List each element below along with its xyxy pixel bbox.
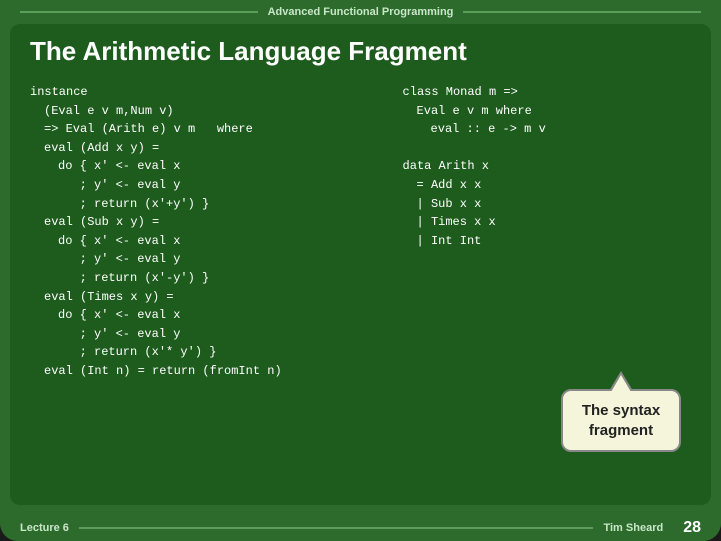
slide-title: The Arithmetic Language Fragment bbox=[30, 36, 691, 67]
rcode-line-7: | Sub x x bbox=[417, 195, 691, 214]
code-line-6: ; y' <- eval y bbox=[58, 176, 383, 195]
callout-text: The syntax fragment bbox=[582, 402, 660, 439]
code-line-1: instance bbox=[30, 83, 383, 102]
top-bar: Advanced Functional Programming bbox=[0, 0, 721, 24]
page-number: 28 bbox=[683, 519, 701, 537]
rcode-line-8: | Times x x bbox=[417, 213, 691, 232]
code-line-4: eval (Add x y) = bbox=[44, 139, 383, 158]
code-line-13: do { x' <- eval x bbox=[58, 306, 383, 325]
main-content: The Arithmetic Language Fragment instanc… bbox=[10, 24, 711, 505]
rcode-line-4 bbox=[403, 139, 691, 158]
code-line-11: ; return (x'-y') } bbox=[58, 269, 383, 288]
code-line-5: do { x' <- eval x bbox=[58, 157, 383, 176]
code-line-9: do { x' <- eval x bbox=[58, 232, 383, 251]
right-code-block: class Monad m => Eval e v m where eval :… bbox=[403, 83, 691, 250]
code-line-15: ; return (x'* y') } bbox=[58, 343, 383, 362]
right-column: class Monad m => Eval e v m where eval :… bbox=[403, 83, 691, 482]
bottom-line bbox=[79, 527, 594, 529]
slide: Advanced Functional Programming The Arit… bbox=[0, 0, 721, 541]
left-column: instance (Eval e v m,Num v) => Eval (Ari… bbox=[30, 83, 383, 482]
rcode-line-9: | Int Int bbox=[417, 232, 691, 251]
code-line-2: (Eval e v m,Num v) bbox=[44, 102, 383, 121]
bottom-bar: Lecture 6 Tim Sheard 28 bbox=[0, 515, 721, 541]
rcode-line-2: Eval e v m where bbox=[417, 102, 691, 121]
top-bar-line-right bbox=[463, 11, 701, 13]
code-line-3: => Eval (Arith e) v m where bbox=[44, 120, 383, 139]
code-line-8: eval (Sub x y) = bbox=[44, 213, 383, 232]
code-line-16: eval (Int n) = return (fromInt n) bbox=[44, 362, 383, 381]
bottom-left-label: Lecture 6 bbox=[20, 522, 69, 534]
left-code-block: instance (Eval e v m,Num v) => Eval (Ari… bbox=[30, 83, 383, 381]
callout-bubble: The syntax fragment bbox=[561, 389, 681, 452]
top-bar-line-left bbox=[20, 11, 258, 13]
code-line-10: ; y' <- eval y bbox=[58, 250, 383, 269]
top-bar-label: Advanced Functional Programming bbox=[258, 6, 464, 18]
code-line-14: ; y' <- eval y bbox=[58, 325, 383, 344]
rcode-line-3: eval :: e -> m v bbox=[431, 120, 691, 139]
rcode-line-1: class Monad m => bbox=[403, 83, 691, 102]
content-area: instance (Eval e v m,Num v) => Eval (Ari… bbox=[30, 83, 691, 482]
bottom-right-label: Tim Sheard bbox=[603, 522, 663, 534]
rcode-line-6: = Add x x bbox=[417, 176, 691, 195]
code-line-12: eval (Times x y) = bbox=[44, 288, 383, 307]
code-line-7: ; return (x'+y') } bbox=[58, 195, 383, 214]
rcode-line-5: data Arith x bbox=[403, 157, 691, 176]
